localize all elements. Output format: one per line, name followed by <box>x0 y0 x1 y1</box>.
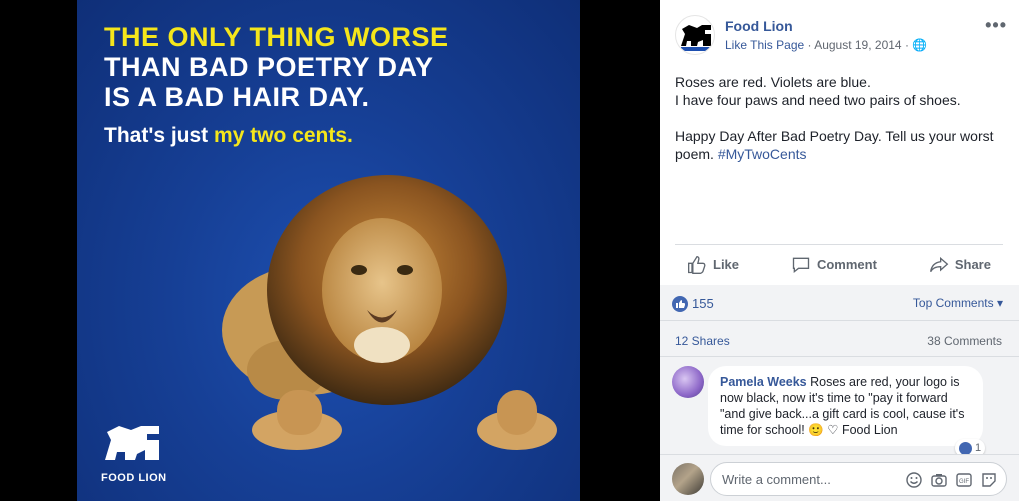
camera-icon[interactable] <box>930 471 948 489</box>
write-comment-row: Write a comment... GIF <box>660 454 1019 501</box>
globe-icon: 🌐 <box>912 38 928 52</box>
top-comments-dropdown[interactable]: Top Comments ▾ <box>913 296 1003 310</box>
ad-tagline: That's just my two cents. <box>104 124 353 148</box>
reactions-count[interactable]: 155 <box>692 296 714 311</box>
tagline-highlight: my two cents. <box>214 124 353 147</box>
post-meta: Like This Page · August 19, 2014 · 🌐 <box>725 38 927 52</box>
comment-bubble: Pamela Weeks Roses are red, your logo is… <box>708 366 983 446</box>
tagline-prefix: That's just <box>104 124 209 147</box>
post-actions: Like Comment Share <box>675 244 1003 284</box>
headline-line-3: IS A BAD HAIR DAY. <box>104 82 370 112</box>
lion-logo-icon <box>105 426 159 460</box>
lion-image <box>222 175 557 450</box>
top-comments-label: Top Comments <box>912 296 994 310</box>
ad-headline: THE ONLY THING WORSE THAN BAD POETRY DAY… <box>104 22 449 112</box>
comment-input[interactable]: Write a comment... GIF <box>710 462 1007 496</box>
gif-icon[interactable]: GIF <box>955 471 973 489</box>
page-avatar[interactable] <box>675 15 715 55</box>
post-panel: Food Lion Like This Page · August 19, 20… <box>660 0 1019 501</box>
post-photo[interactable]: THE ONLY THING WORSE THAN BAD POETRY DAY… <box>77 0 580 501</box>
caret-down-icon: ▾ <box>996 296 1003 310</box>
post-text: Roses are red. Violets are blue. I have … <box>675 73 1005 181</box>
shares-link[interactable]: 12 Shares <box>675 334 730 348</box>
emoji-icon[interactable] <box>905 471 923 489</box>
headline-line-2: THAN BAD POETRY DAY <box>104 52 434 82</box>
comment-likes-count: 1 <box>975 442 982 454</box>
like-reaction-icon <box>672 296 688 312</box>
comment-placeholder: Write a comment... <box>722 472 831 487</box>
share-button[interactable]: Share <box>917 246 1003 284</box>
comment-icon <box>792 257 810 273</box>
feedback-area: 155 Top Comments ▾ 12 Shares 38 Comments… <box>660 285 1019 501</box>
like-page-link[interactable]: Like This Page <box>725 38 804 52</box>
sticker-icon[interactable] <box>980 471 998 489</box>
current-user-avatar <box>672 463 704 495</box>
comment-author-link[interactable]: Pamela Weeks <box>720 375 807 389</box>
svg-text:GIF: GIF <box>959 479 969 485</box>
like-label: Like <box>713 257 740 272</box>
food-lion-logo-icon <box>681 25 711 51</box>
comment-label: Comment <box>816 257 877 272</box>
like-button[interactable]: Like <box>675 246 751 284</box>
thumbs-up-icon <box>688 255 706 274</box>
counts-row: 12 Shares 38 Comments <box>660 321 1019 357</box>
like-reaction-icon <box>959 441 972 455</box>
comments-count-link[interactable]: 38 Comments <box>927 334 1002 348</box>
post-date[interactable]: August 19, 2014 <box>814 38 901 52</box>
page-name-link[interactable]: Food Lion <box>725 18 793 34</box>
post-header: Food Lion Like This Page · August 19, 20… <box>675 15 1007 55</box>
comment-input-icons: GIF <box>905 471 998 489</box>
post-text-line-2: I have four paws and need two pairs of s… <box>675 92 961 108</box>
food-lion-logo: FOOD LION <box>101 420 171 484</box>
post-text-line-1: Roses are red. Violets are blue. <box>675 74 871 90</box>
share-label: Share <box>954 257 991 272</box>
reactions-row: 155 Top Comments ▾ <box>660 285 1019 321</box>
headline-line-1: THE ONLY THING WORSE <box>104 22 449 52</box>
share-arrow-icon <box>929 256 949 272</box>
hashtag-link[interactable]: #MyTwoCents <box>718 146 807 162</box>
commenter-avatar[interactable] <box>672 366 704 398</box>
comment-button[interactable]: Comment <box>779 246 889 284</box>
logo-text: FOOD LION <box>101 472 167 484</box>
more-dots-icon[interactable]: ••• <box>985 15 1007 36</box>
